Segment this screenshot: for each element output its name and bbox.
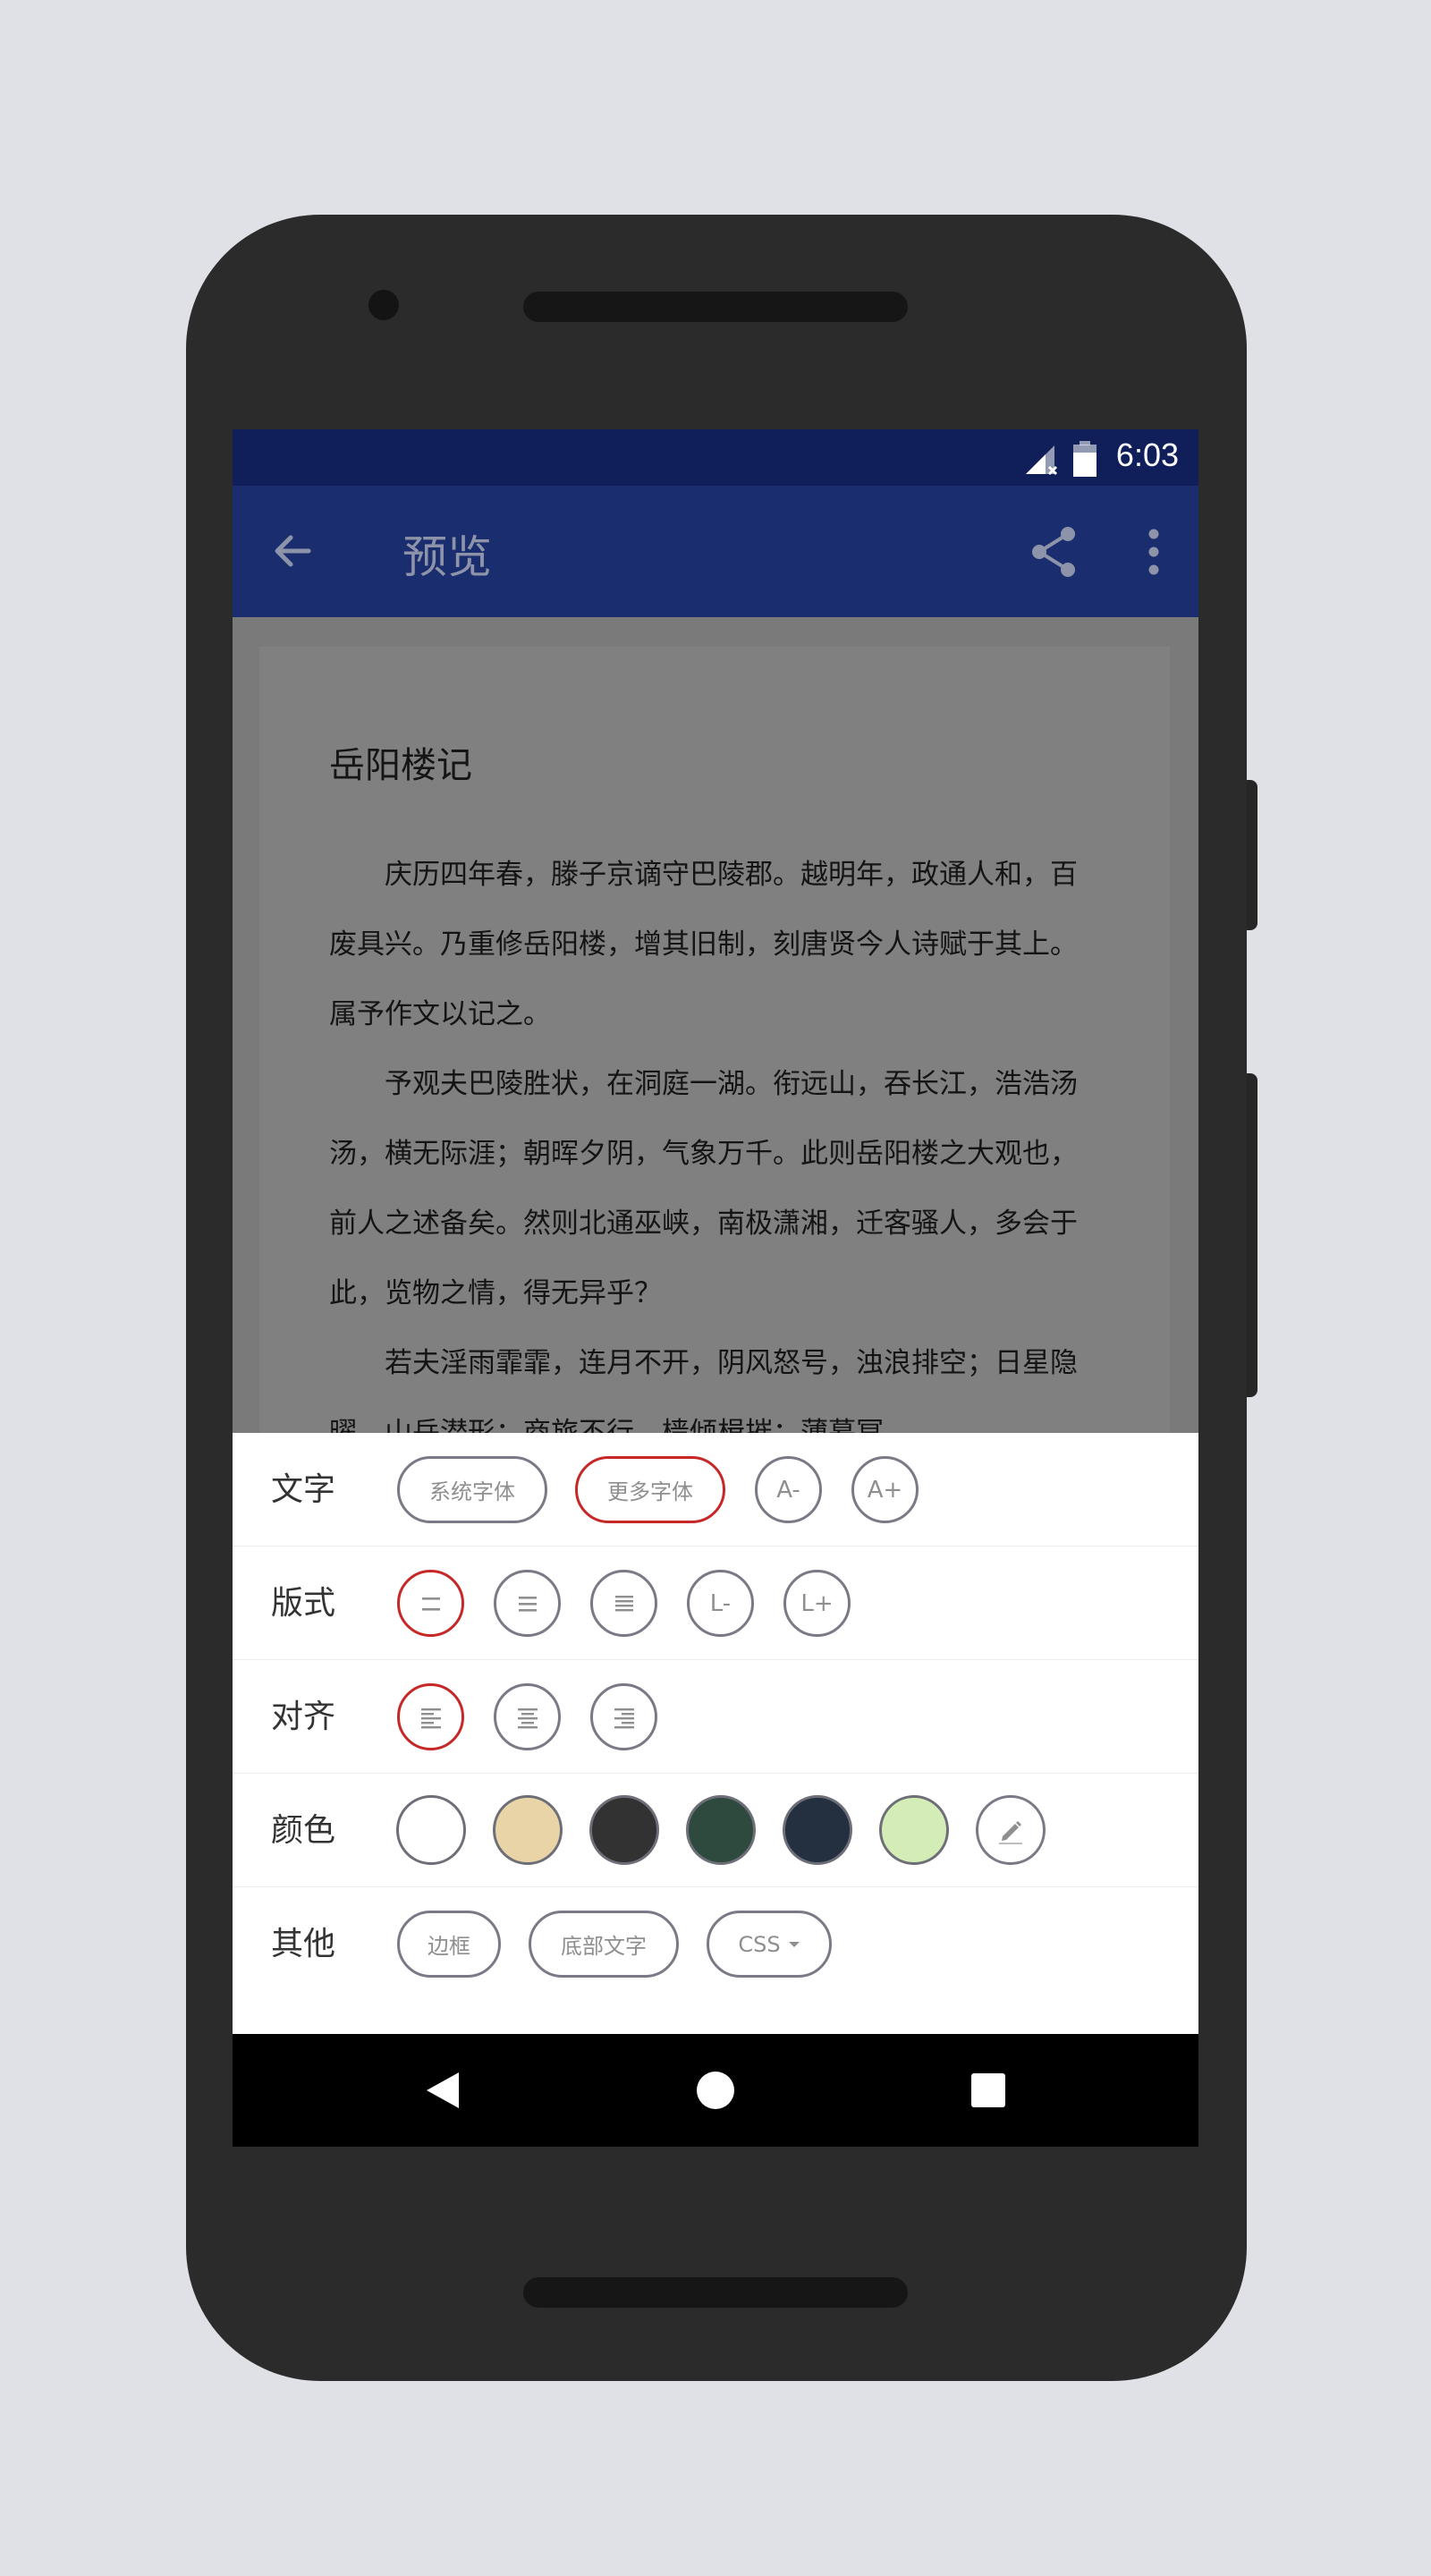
screen: 6:03 预览 岳阳楼记 庆历四年春，滕子京谪守巴陵郡。越明年，政通人和，百废具… [233, 429, 1198, 2147]
layout-row-label: 版式 [271, 1585, 336, 1622]
align-right-icon [614, 1707, 634, 1728]
pencil-icon [999, 1821, 1022, 1844]
color-swatch-navy[interactable] [783, 1795, 852, 1865]
power-button [1247, 780, 1257, 930]
align-center-icon [517, 1707, 538, 1728]
text-settings-row: 文字 系统字体 更多字体 A- A+ [233, 1433, 1198, 1546]
front-camera [368, 290, 399, 320]
share-icon [1032, 527, 1075, 577]
signal-no-sim-icon [1026, 445, 1058, 476]
more-vert-icon [1148, 529, 1159, 575]
other-row-label: 其他 [271, 1926, 336, 1962]
document-paragraph: 庆历四年春，滕子京谪守巴陵郡。越明年，政通人和，百废具兴。乃重修岳阳楼，增其旧制… [329, 859, 1078, 1030]
line-spacing-narrow-icon [614, 1595, 633, 1611]
color-settings-row: 颜色 [233, 1774, 1198, 1887]
battery-icon [1073, 441, 1097, 477]
home-icon [697, 2072, 734, 2109]
more-options-button[interactable] [1127, 518, 1181, 586]
status-bar: 6:03 [233, 429, 1198, 486]
align-row-label: 对齐 [271, 1699, 336, 1735]
document-preview: 岳阳楼记 庆历四年春，滕子京谪守巴陵郡。越明年，政通人和，百废具兴。乃重修岳阳楼… [259, 647, 1170, 1541]
nav-recents-button[interactable] [957, 2059, 1020, 2122]
css-dropdown-button[interactable]: CSS [707, 1911, 832, 1978]
color-row-label: 颜色 [271, 1812, 336, 1849]
line-spacing-wide-icon [421, 1597, 440, 1611]
page-title: 预览 [402, 531, 492, 583]
volume-button [1247, 1073, 1257, 1397]
back-button[interactable] [263, 521, 322, 580]
app-bar: 预览 [233, 486, 1198, 617]
document-title: 岳阳楼记 [329, 745, 472, 786]
color-swatch-beige[interactable] [493, 1795, 563, 1865]
css-label: CSS [738, 1931, 781, 1957]
bottom-speaker [523, 2277, 908, 2308]
top-speaker [523, 292, 908, 322]
document-paragraph: 予观夫巴陵胜状，在洞庭一湖。衔远山，吞长江，浩浩汤汤，横无际涯；朝晖夕阴，气象万… [329, 1068, 1078, 1309]
document-body: 庆历四年春，滕子京谪守巴陵郡。越明年，政通人和，百废具兴。乃重修岳阳楼，增其旧制… [329, 840, 1098, 1468]
line-spacing-narrow-button[interactable] [590, 1570, 657, 1637]
line-spacing-medium-icon [518, 1596, 537, 1612]
color-swatch-dark-green[interactable] [686, 1795, 756, 1865]
font-larger-button[interactable]: A+ [851, 1456, 919, 1523]
dropdown-arrow-icon [788, 1941, 800, 1947]
border-button[interactable]: 边框 [397, 1911, 501, 1978]
back-icon [427, 2072, 459, 2108]
text-row-label: 文字 [271, 1471, 336, 1508]
nav-back-button[interactable] [411, 2059, 474, 2122]
custom-color-button[interactable] [976, 1795, 1046, 1865]
style-settings-panel: 文字 系统字体 更多字体 A- A+ 版式 L- L+ 对齐 颜色 其他 边框 … [233, 1433, 1198, 2034]
status-time: 6:03 [1115, 436, 1179, 473]
back-arrow-icon [275, 535, 311, 567]
line-spacing-wide-button[interactable] [397, 1570, 464, 1637]
align-right-button[interactable] [590, 1683, 657, 1750]
align-left-button[interactable] [397, 1683, 464, 1750]
nav-home-button[interactable] [684, 2059, 747, 2122]
system-nav-bar [233, 2034, 1198, 2147]
layout-settings-row: 版式 L- L+ [233, 1546, 1198, 1660]
recents-icon [971, 2073, 1005, 2107]
align-center-button[interactable] [494, 1683, 561, 1750]
align-settings-row: 对齐 [233, 1660, 1198, 1774]
more-fonts-button[interactable]: 更多字体 [575, 1456, 725, 1523]
line-height-smaller-button[interactable]: L- [687, 1570, 754, 1637]
color-swatch-white[interactable] [396, 1795, 466, 1865]
color-swatch-dark-gray[interactable] [589, 1795, 659, 1865]
line-spacing-medium-button[interactable] [494, 1570, 561, 1637]
system-font-button[interactable]: 系统字体 [397, 1456, 547, 1523]
other-settings-row: 其他 边框 底部文字 CSS [233, 1887, 1198, 2001]
footer-text-button[interactable]: 底部文字 [529, 1911, 679, 1978]
color-swatch-light-green[interactable] [879, 1795, 949, 1865]
font-smaller-button[interactable]: A- [755, 1456, 822, 1523]
share-button[interactable] [1020, 518, 1088, 586]
line-height-larger-button[interactable]: L+ [783, 1570, 851, 1637]
align-left-icon [420, 1707, 441, 1728]
